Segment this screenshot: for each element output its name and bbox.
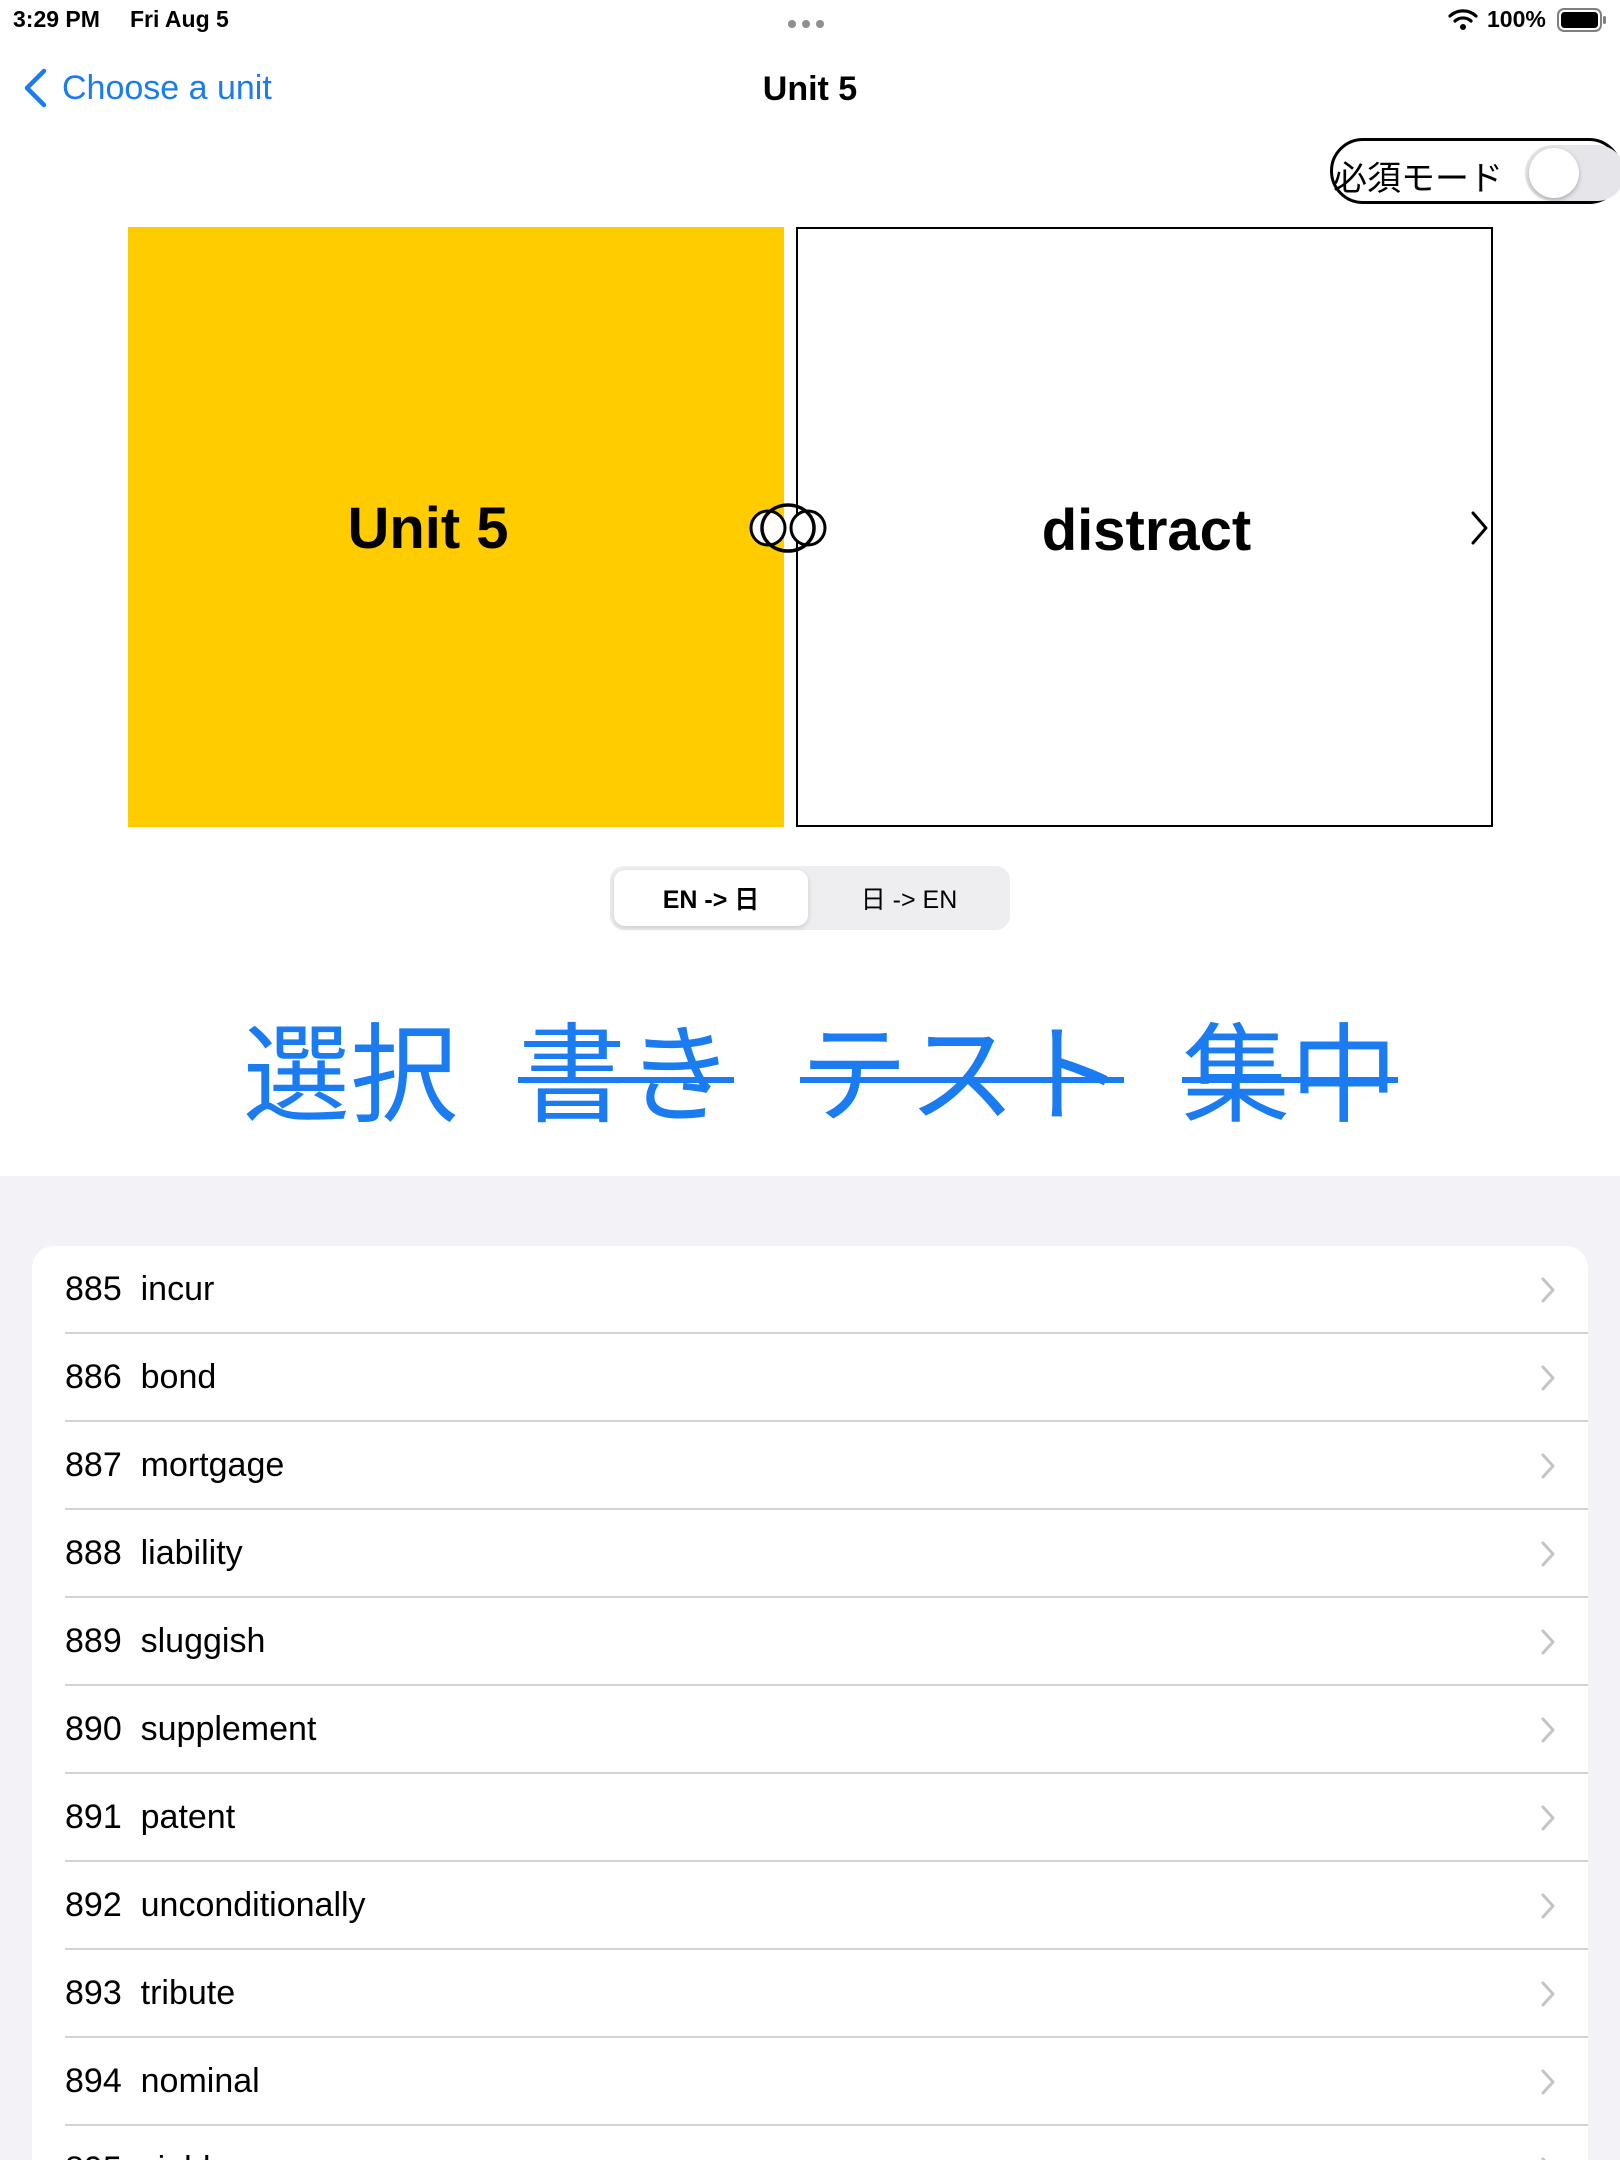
chevron-right-icon xyxy=(1541,1981,1555,2007)
list-item-label: 893 tribute xyxy=(65,1974,236,2012)
battery-icon xyxy=(1557,8,1606,32)
list-item-label: 888 liability xyxy=(65,1534,243,1572)
mode-focus-button[interactable]: 集中 xyxy=(1182,1012,1398,1142)
list-item[interactable]: 890 supplement xyxy=(32,1686,1588,1774)
word-list: 885 incur 886 bond 887 mortgage 888 liabili… xyxy=(32,1246,1588,2160)
status-bar: 3:29 PM Fri Aug 5 100% xyxy=(0,0,1620,40)
battery-percentage: 100% xyxy=(1487,6,1546,32)
list-item-label: 886 bond xyxy=(65,1358,217,1396)
unit-card: Unit 5 xyxy=(128,227,784,827)
list-item[interactable]: 885 incur xyxy=(32,1246,1588,1334)
unit-card-title: Unit 5 xyxy=(347,496,509,561)
status-date: Fri Aug 5 xyxy=(130,6,229,32)
chevron-right-icon xyxy=(1541,1717,1555,1743)
list-item[interactable]: 891 patent xyxy=(32,1774,1588,1862)
list-item-label: 892 unconditionally xyxy=(65,1886,366,1924)
mode-select-button[interactable]: 選択 xyxy=(242,1012,458,1142)
chevron-right-icon xyxy=(1541,2069,1555,2095)
mode-write-button[interactable]: 書き xyxy=(518,1012,734,1142)
list-item[interactable]: 886 bond xyxy=(32,1334,1588,1422)
chevron-right-icon xyxy=(1541,1629,1555,1655)
segment-en-to-jp[interactable]: EN -> 日 xyxy=(614,870,808,926)
list-item[interactable]: 888 liability xyxy=(32,1510,1588,1598)
required-mode-toggle[interactable]: 必須モード xyxy=(1330,138,1620,204)
chevron-right-icon xyxy=(1541,1893,1555,1919)
list-item-label: 890 supplement xyxy=(65,1710,317,1748)
list-item-label: 895 yield xyxy=(65,2150,211,2160)
switch-knob xyxy=(1529,148,1579,198)
direction-segmented-control[interactable]: EN -> 日 日 -> EN xyxy=(610,866,1010,930)
word-card[interactable]: distract xyxy=(796,227,1493,827)
chevron-right-icon xyxy=(1541,1277,1555,1303)
word-list-area: 885 incur 886 bond 887 mortgage 888 liabili… xyxy=(0,1176,1620,2160)
multitasking-dots-icon[interactable] xyxy=(788,20,824,28)
chevron-right-icon xyxy=(1541,2157,1546,2160)
mode-test-button[interactable]: テスト xyxy=(800,1012,1124,1142)
required-mode-switch[interactable] xyxy=(1525,145,1620,201)
chevron-right-icon xyxy=(1541,1541,1555,1567)
list-item-label: 887 mortgage xyxy=(65,1446,285,1484)
required-mode-label: 必須モード xyxy=(1333,160,1503,198)
segment-jp-to-en[interactable]: 日 -> EN xyxy=(812,870,1006,926)
chevron-right-icon xyxy=(1541,1805,1555,1831)
chevron-right-icon xyxy=(1541,1453,1555,1479)
list-item[interactable]: 895 yield xyxy=(32,2126,1588,2160)
list-item[interactable]: 892 unconditionally xyxy=(32,1862,1588,1950)
list-item-label: 891 patent xyxy=(65,1798,236,1836)
list-item[interactable]: 894 nominal xyxy=(32,2038,1588,2126)
chevron-right-icon[interactable] xyxy=(1468,508,1490,548)
binder-rings-icon xyxy=(749,503,827,553)
list-item[interactable]: 887 mortgage xyxy=(32,1422,1588,1510)
chevron-right-icon xyxy=(1541,1365,1555,1391)
page-title: Unit 5 xyxy=(762,70,858,108)
word-card-text: distract xyxy=(1041,498,1252,563)
status-time: 3:29 PM xyxy=(13,6,100,32)
list-item[interactable]: 889 sluggish xyxy=(32,1598,1588,1686)
list-item-label: 894 nominal xyxy=(65,2062,260,2100)
wifi-icon xyxy=(1448,9,1478,30)
list-item-label: 885 incur xyxy=(65,1270,215,1308)
list-item-label: 889 sluggish xyxy=(65,1622,266,1660)
list-item[interactable]: 893 tribute xyxy=(32,1950,1588,2038)
